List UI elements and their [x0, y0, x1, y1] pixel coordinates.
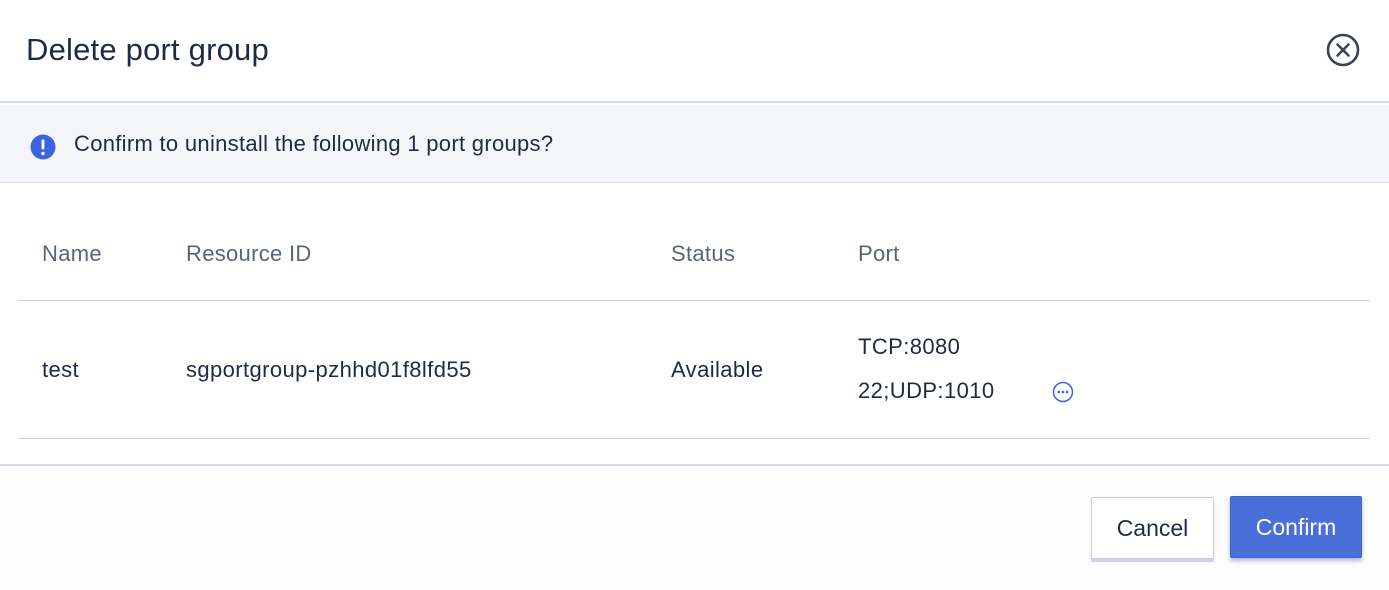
- close-icon: [1326, 33, 1360, 67]
- table-row: test sgportgroup-pzhhd01f8lfd55 Availabl…: [18, 301, 1370, 439]
- table-header: Name Resource ID Status Port: [18, 215, 1370, 301]
- column-header-port: Port: [858, 241, 900, 266]
- notice-text: Confirm to uninstall the following 1 por…: [74, 131, 554, 156]
- delete-port-group-dialog: Delete port group Confirm to uninstall t…: [0, 0, 1389, 590]
- row-port-line2: 22;UDP:1010: [858, 378, 995, 403]
- info-icon: [30, 134, 56, 160]
- cancel-button[interactable]: Cancel: [1091, 497, 1214, 559]
- row-resource-id: sgportgroup-pzhhd01f8lfd55: [186, 357, 472, 382]
- column-header-name: Name: [42, 241, 102, 266]
- close-button[interactable]: [1325, 32, 1361, 68]
- more-ports-icon[interactable]: [1052, 381, 1074, 403]
- row-status: Available: [671, 357, 764, 382]
- dialog-title: Delete port group: [26, 32, 269, 67]
- row-port-line1: TCP:8080: [858, 334, 961, 359]
- row-name: test: [42, 357, 80, 382]
- confirm-button[interactable]: Confirm: [1230, 496, 1362, 558]
- column-header-resource-id: Resource ID: [186, 241, 312, 266]
- column-header-status: Status: [671, 241, 736, 266]
- port-group-table: Name Resource ID Status Port test sgport…: [18, 215, 1370, 439]
- dialog-header: Delete port group: [0, 0, 1389, 103]
